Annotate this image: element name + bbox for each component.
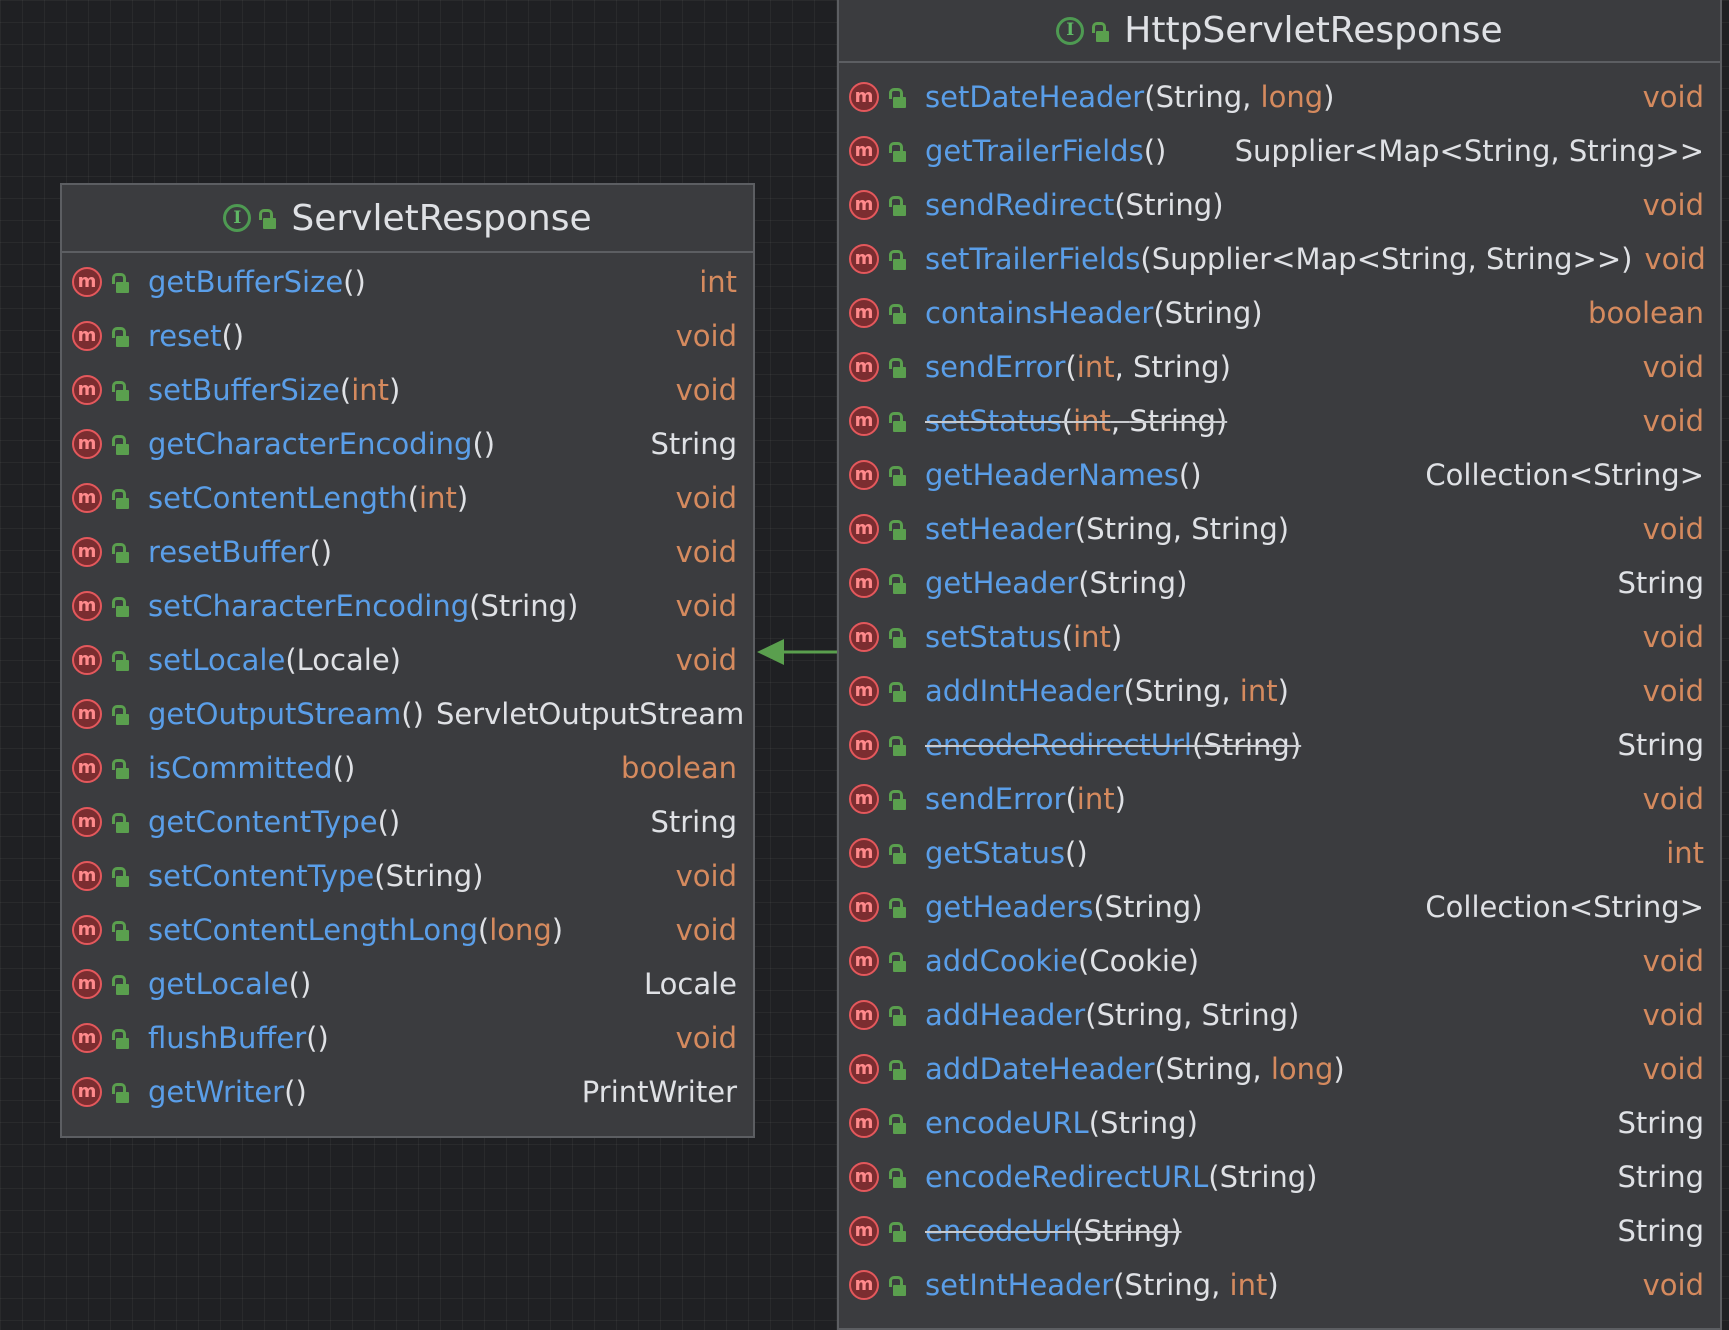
- inheritance-connector: [757, 639, 837, 665]
- inheritance-arrowhead[interactable]: [757, 639, 784, 665]
